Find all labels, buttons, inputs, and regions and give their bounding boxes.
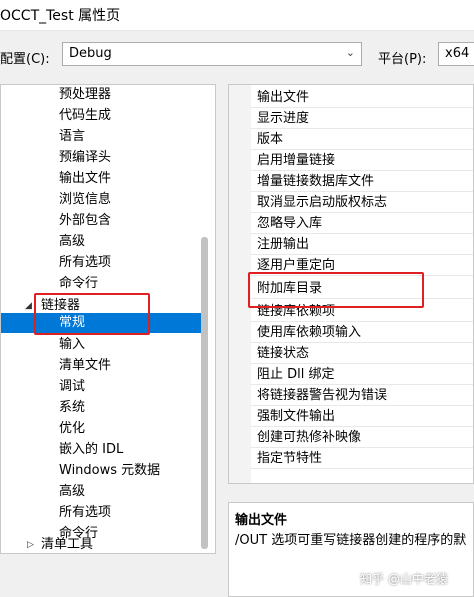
config-select[interactable]: Debug ⌄	[62, 42, 362, 66]
tree-item[interactable]: 输出文件	[59, 169, 111, 189]
grid-row[interactable]: 链接状态	[251, 343, 473, 364]
grid-row[interactable]: 忽略导入库	[251, 213, 473, 234]
tree-item[interactable]: 系统	[59, 398, 85, 418]
grid-row[interactable]: 阻止 Dll 绑定	[251, 364, 473, 385]
grid-row[interactable]: 启用增量链接	[251, 150, 473, 171]
tree-item[interactable]: 命令行	[59, 274, 98, 294]
tree-item[interactable]: 预处理器	[59, 85, 111, 105]
config-row: 配置(C): Debug ⌄ 平台(P): x64	[0, 40, 474, 70]
tree-item[interactable]: 输入	[59, 335, 85, 355]
tree-item[interactable]: 清单文件	[59, 356, 111, 376]
config-label: 配置(C):	[0, 52, 50, 67]
tree-item[interactable]: 高级	[59, 482, 85, 502]
grid-row[interactable]: 创建可热修补映像	[251, 427, 473, 448]
grid-row[interactable]: 强制文件输出	[251, 406, 473, 427]
tree-item[interactable]: 外部包含	[59, 211, 111, 231]
tree-item[interactable]: Windows 元数据	[59, 461, 160, 481]
grid-row[interactable]: 显示进度	[251, 108, 473, 129]
tree-item[interactable]: 高级	[59, 232, 85, 252]
title-bar: OCCT_Test 属性页	[0, 0, 474, 31]
config-value: Debug	[69, 46, 112, 61]
grid-row[interactable]: 版本	[251, 129, 473, 150]
annotation-highlight-box	[34, 293, 150, 335]
platform-select[interactable]: x64	[438, 42, 474, 66]
tree-item[interactable]: 调试	[59, 377, 85, 397]
tree-item[interactable]: 所有选项	[59, 253, 111, 273]
grid-row[interactable]: 注册输出	[251, 234, 473, 255]
tree-item[interactable]: 预编译头	[59, 148, 111, 168]
tree-item[interactable]: 语言	[59, 127, 85, 147]
description-text: /OUT 选项可重写链接器创建的程序的默	[235, 533, 467, 548]
tree-item-manifest-tool[interactable]: 清单工具	[41, 535, 93, 553]
window-title: OCCT_Test 属性页	[0, 8, 121, 24]
platform-label: 平台(P):	[378, 52, 427, 67]
tree-item[interactable]: 代码生成	[59, 106, 111, 126]
watermark: 知乎 @山中老猿	[360, 572, 448, 586]
grid-row[interactable]: 增量链接数据库文件	[251, 171, 473, 192]
description-title: 输出文件	[235, 513, 288, 528]
platform-value: x64	[445, 46, 470, 61]
grid-row[interactable]: 指定节特性	[251, 448, 473, 469]
grid-row[interactable]: 将链接器警告视为错误	[251, 385, 473, 406]
collapsed-triangle-icon[interactable]: ▷	[27, 535, 34, 553]
grid-row[interactable]: 使用库依赖项输入	[251, 322, 473, 343]
tree-scrollbar-thumb[interactable]	[201, 237, 208, 549]
tree-item[interactable]: 所有选项	[59, 503, 111, 523]
annotation-highlight-box	[248, 272, 424, 308]
tree-item[interactable]: 优化	[59, 419, 85, 439]
grid-row[interactable]: 取消显示启动版权标志	[251, 192, 473, 213]
chevron-down-icon: ⌄	[345, 46, 355, 59]
grid-row[interactable]: 输出文件	[251, 87, 473, 108]
tree-item[interactable]: 嵌入的 IDL	[59, 440, 123, 460]
tree-item[interactable]: 浏览信息	[59, 190, 111, 210]
